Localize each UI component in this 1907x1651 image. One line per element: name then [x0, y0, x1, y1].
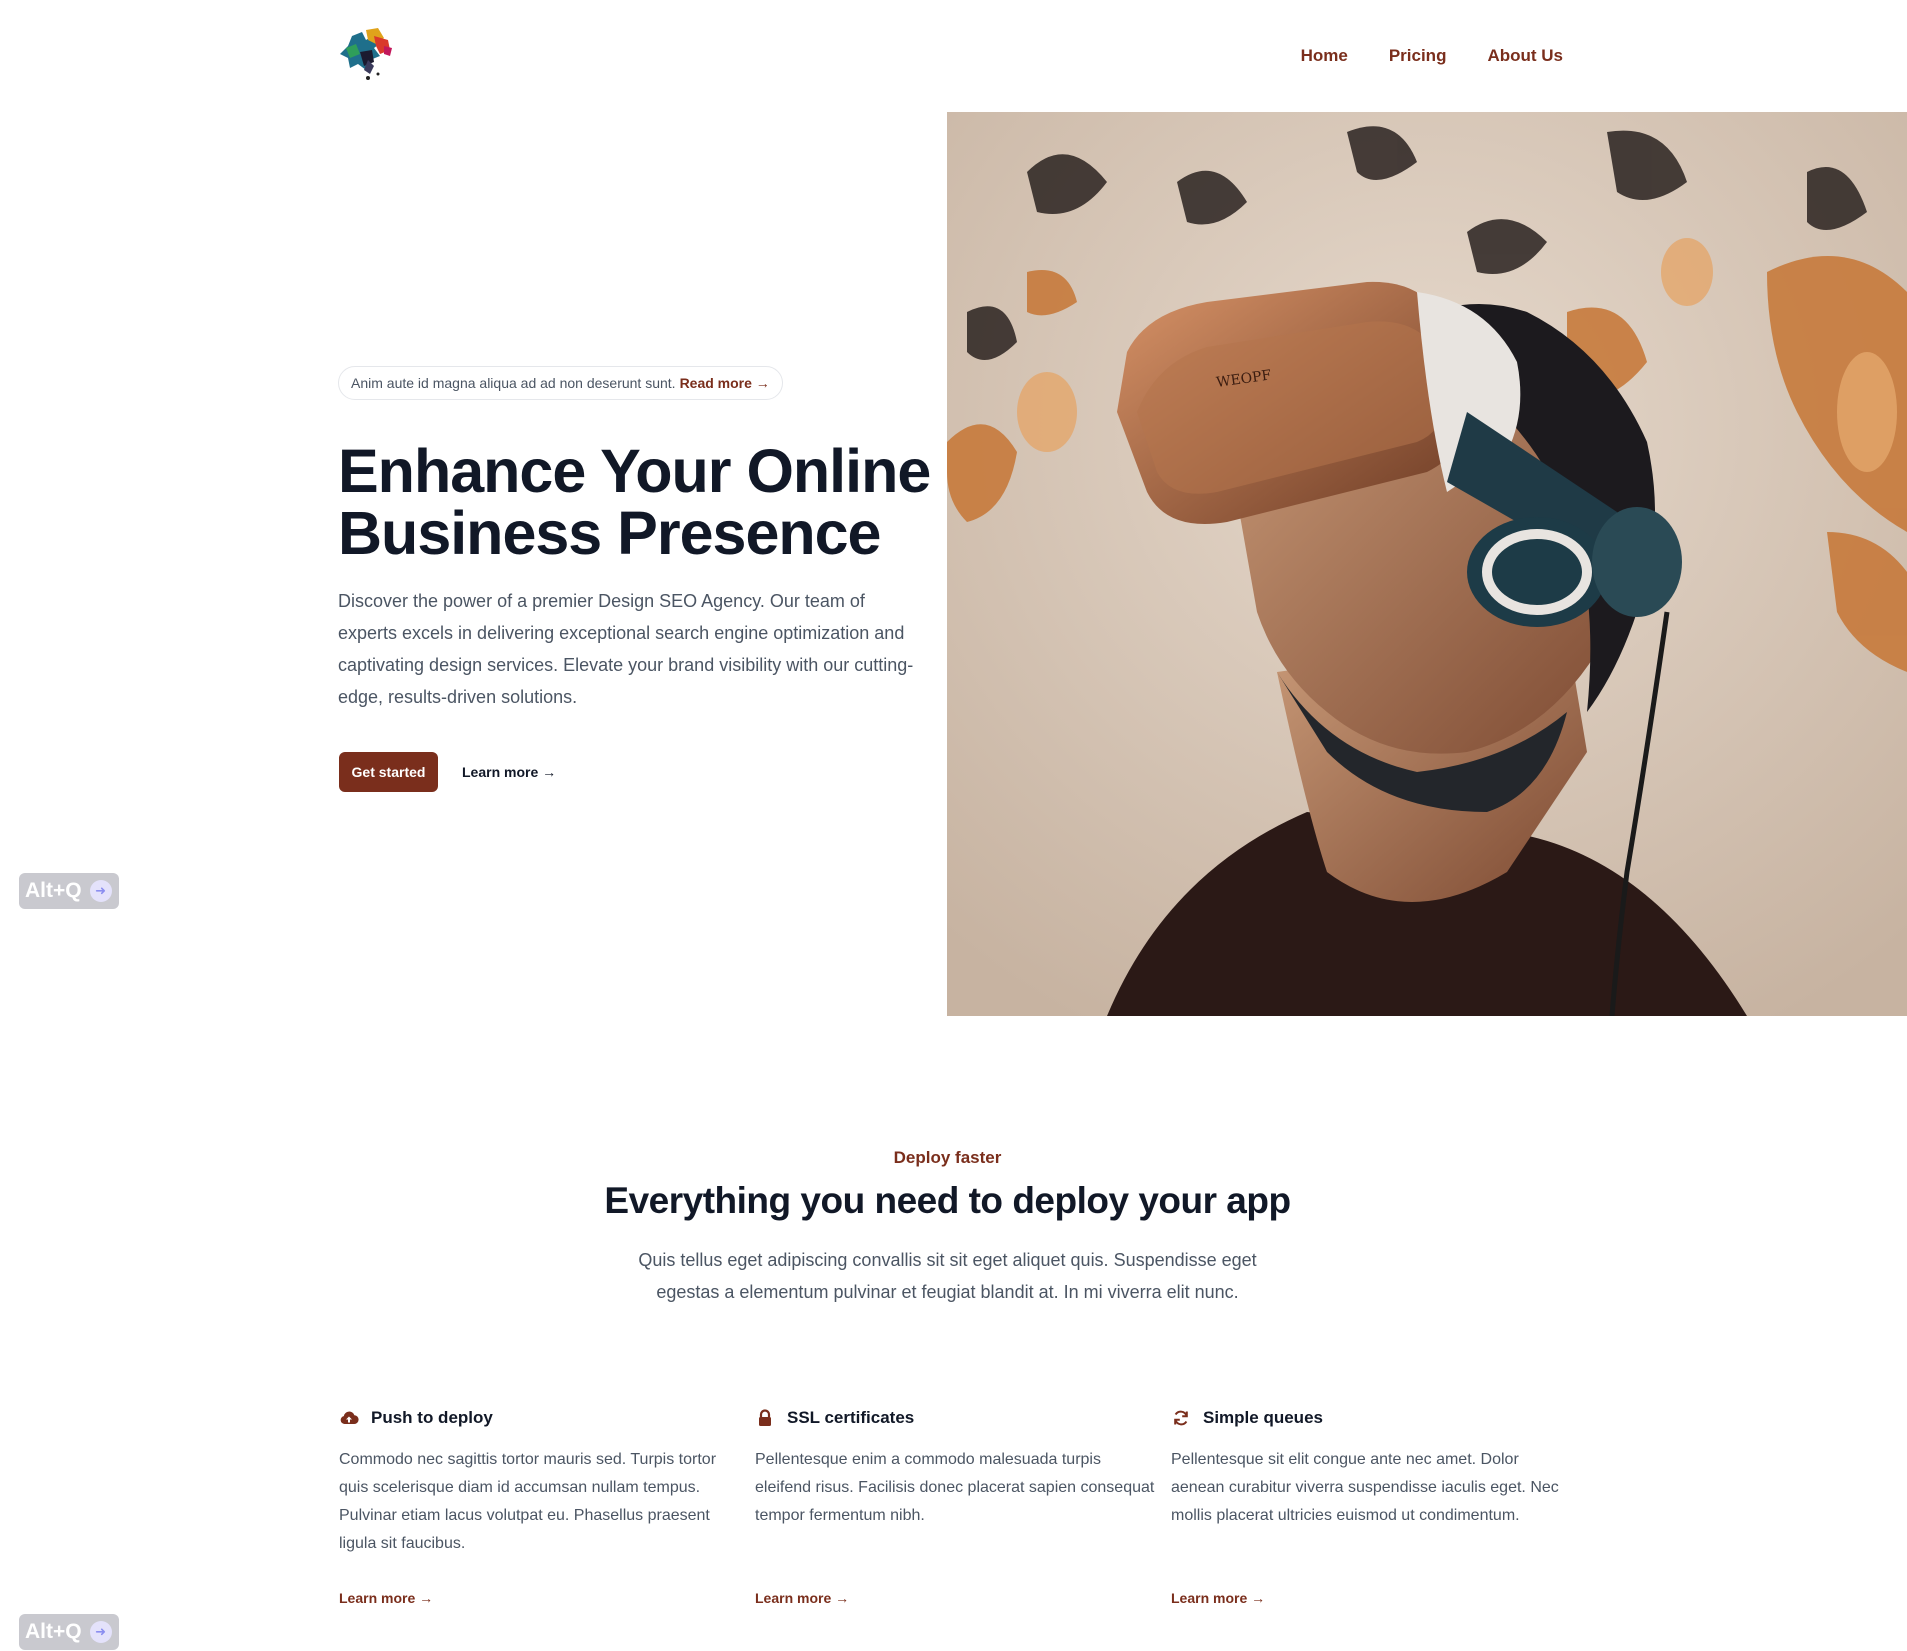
hero-title: Enhance Your Online Business Presence — [338, 437, 931, 567]
shortcut-badge-label: Alt+Q — [25, 1620, 82, 1643]
hero-description: Discover the power of a premier Design S… — [338, 591, 914, 707]
feature-learn-more-link[interactable]: Learn more → — [1171, 1590, 1265, 1606]
announcement-text: Anim aute id magna aliqua ad ad non dese… — [351, 375, 676, 391]
refresh-icon — [1174, 1410, 1188, 1426]
section-eyebrow: Deploy faster — [893, 1148, 1002, 1167]
hero-learn-more-link[interactable]: Learn more → — [462, 764, 556, 780]
nav-pricing[interactable]: Pricing — [1389, 46, 1447, 66]
lock-icon — [759, 1409, 771, 1426]
shortcut-badge[interactable]: Alt+Q ➜ — [19, 1614, 119, 1650]
feature-learn-more-link[interactable]: Learn more → — [339, 1590, 433, 1606]
announcement-read-more-link[interactable]: Read more → — [680, 375, 770, 391]
cloud-upload-icon — [340, 1411, 359, 1425]
feature-name: Simple queues — [1203, 1408, 1323, 1427]
feature-name: SSL certificates — [787, 1408, 915, 1427]
arrow-right-icon: ➜ — [89, 1621, 112, 1643]
feature-description: Pellentesque enim a commodo malesuada tu… — [755, 1451, 1155, 1524]
shortcut-badge-label: Alt+Q — [25, 879, 82, 902]
feature-name: Push to deploy — [371, 1408, 493, 1427]
nav-home[interactable]: Home — [1301, 46, 1348, 66]
feature-description: Pellentesque sit elit congue ante nec am… — [1171, 1451, 1559, 1524]
hero-image: WЕОРF — [947, 112, 1907, 1016]
feature-item: Push to deploy Commodo nec sagittis tort… — [339, 1406, 739, 1606]
announcement-pill: Anim aute id magna aliqua ad ad non dese… — [338, 366, 783, 400]
feature-learn-more-link[interactable]: Learn more → — [755, 1590, 849, 1606]
nav-about-us[interactable]: About Us — [1487, 46, 1563, 66]
feature-item: SSL certificates Pellentesque enim a com… — [755, 1406, 1155, 1606]
get-started-button[interactable]: Get started — [339, 752, 438, 792]
section-title: Everything you need to deploy your app — [604, 1180, 1291, 1221]
feature-item: Simple queues Pellentesque sit elit cong… — [1171, 1406, 1571, 1606]
main-nav: Home Pricing About Us — [1301, 46, 1563, 66]
section-description: Quis tellus eget adipiscing convallis si… — [638, 1250, 1257, 1302]
puzzle-logo-icon[interactable] — [338, 26, 404, 86]
shortcut-badge[interactable]: Alt+Q ➜ — [19, 873, 119, 909]
arrow-right-icon: ➜ — [89, 880, 112, 902]
feature-description: Commodo nec sagittis tortor mauris sed. … — [339, 1451, 717, 1552]
